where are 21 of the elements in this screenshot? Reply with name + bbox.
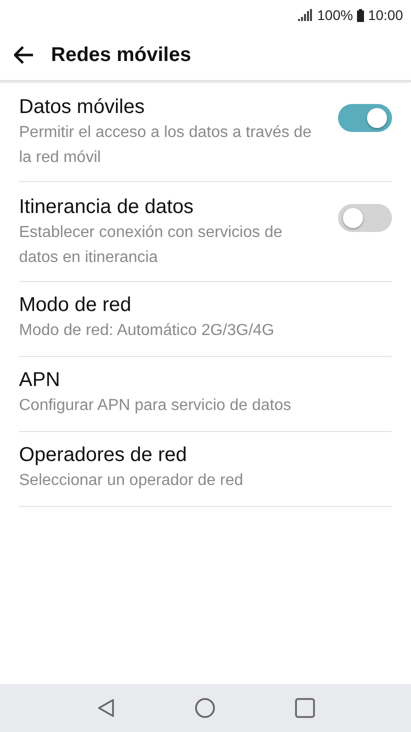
setting-title[interactable]: Modo de red <box>19 292 274 318</box>
setting-title[interactable]: Operadores de red <box>19 442 244 468</box>
signal-icon <box>298 9 314 21</box>
battery-percentage: 100% <box>317 6 353 24</box>
toggle-switch[interactable] <box>338 204 392 232</box>
screen-title: Redes móviles <box>51 43 192 68</box>
battery-icon <box>356 8 364 22</box>
clock-time: 10:00 <box>368 6 403 24</box>
setting-summary: Establecer conexión con servicios de datos en itinerancia <box>19 223 284 268</box>
toggle-switch[interactable] <box>338 104 392 132</box>
recents-button[interactable] <box>294 698 314 718</box>
home-button[interactable] <box>194 698 214 718</box>
setting-summary: Permitir el acceso a los datos a través de la red móvil <box>19 123 313 168</box>
back-button[interactable] <box>14 46 34 64</box>
setting-summary: Seleccionar un operador de red <box>19 471 244 491</box>
setting-title[interactable]: APN <box>19 367 292 393</box>
back-nav-button[interactable] <box>96 698 114 718</box>
setting-title[interactable]: Itinerancia de datos <box>19 194 319 220</box>
setting-summary: Modo de red: Automático 2G/3G/4G <box>19 321 274 341</box>
setting-summary: Configurar APN para servicio de datos <box>19 396 292 416</box>
setting-title[interactable]: Datos móviles <box>19 94 319 120</box>
